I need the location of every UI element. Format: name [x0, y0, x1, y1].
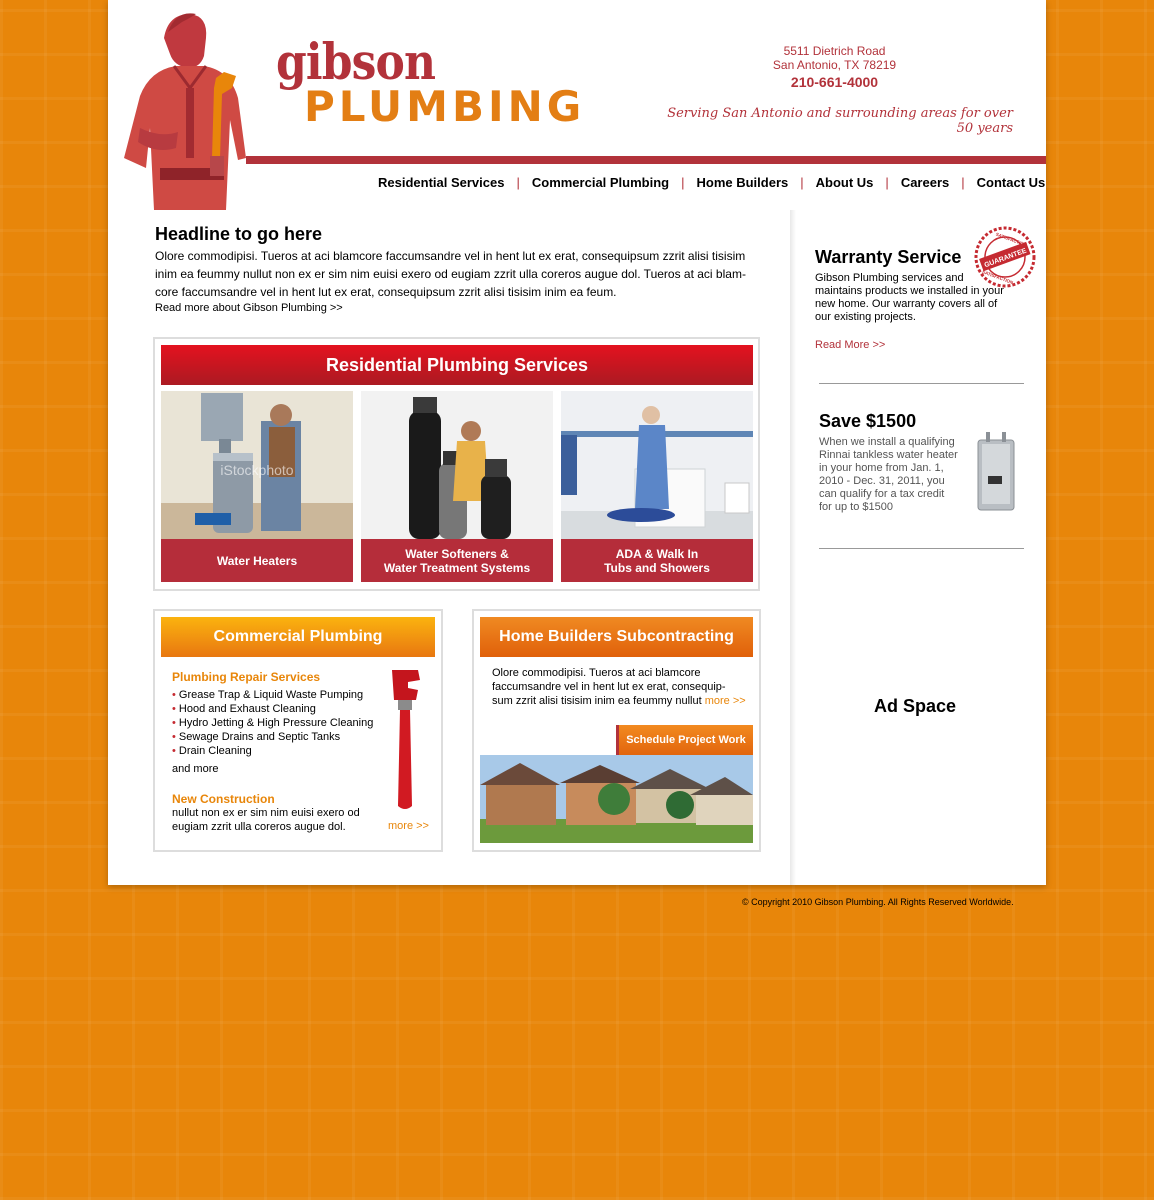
tile-caption: Water Softeners & Water Treatment System…: [361, 539, 553, 582]
nav-about-us[interactable]: About Us: [816, 175, 874, 190]
main-nav: Residential Services | Commercial Plumbing…: [378, 175, 1045, 190]
bullet-mark: •: [172, 689, 176, 701]
page-container: gibson PLUMBING 5511 Dietrich Road San A…: [108, 0, 1046, 885]
nav-separator: |: [961, 175, 965, 190]
repair-services-list: • Grease Trap & Liquid Waste Pumping • H…: [172, 688, 382, 758]
schedule-project-work-button[interactable]: Schedule Project Work: [616, 725, 753, 755]
bullet-mark: •: [172, 703, 176, 715]
istockphoto-watermark: iStockphoto: [220, 462, 293, 478]
read-more-about-link[interactable]: Read more about Gibson Plumbing >>: [155, 302, 343, 314]
tankless-heater-icon: [977, 432, 1015, 511]
pipe-wrench-icon: [392, 670, 420, 809]
tagline: Serving San Antonio and surrounding area…: [667, 106, 1013, 136]
home-builders-text: Olore commodipisi. Tueros at aci blamcor…: [492, 667, 746, 707]
save-1500-title: Save $1500: [819, 411, 917, 431]
header-divider-bar: [246, 156, 1046, 164]
residential-services-title[interactable]: Residential Plumbing Services: [161, 345, 753, 385]
new-construction-heading: New Construction: [172, 792, 275, 806]
new-construction-text: nullut non ex er sim nim euisi exero od …: [172, 807, 360, 833]
save-1500-text: When we install a qualifying Rinnai tank…: [819, 436, 958, 513]
intro-text: Olore commodipisi. Tueros at aci blamcor…: [155, 249, 746, 299]
water-heater-photo: iStockphoto: [161, 391, 353, 539]
caption-line1: Water Softeners &: [405, 546, 509, 561]
page-headline: Headline to go here: [155, 224, 323, 244]
nav-separator: |: [885, 175, 889, 190]
guarantee-seal-icon: GUARANTEE SATISFACTION SATISFACTION: [974, 226, 1036, 288]
address: 5511 Dietrich Road San Antonio, TX 78219: [748, 44, 921, 72]
nav-separator: |: [800, 175, 804, 190]
nav-careers[interactable]: Careers: [901, 175, 949, 190]
tile-caption: Water Heaters: [161, 539, 353, 582]
sidebar-divider-line: [819, 548, 1024, 549]
nav-residential-services[interactable]: Residential Services: [378, 175, 504, 190]
warranty-read-more-link[interactable]: Read More >>: [815, 339, 885, 351]
phone-number: 210-661-4000: [790, 74, 879, 90]
caption-line2: Tubs and Showers: [604, 560, 710, 575]
address-line2: San Antonio, TX 78219: [772, 58, 897, 72]
home-builders-title[interactable]: Home Builders Subcontracting: [480, 617, 753, 657]
walk-in-tub-photo: [561, 391, 753, 539]
address-line1: 5511 Dietrich Road: [783, 44, 886, 58]
bullet-mark: •: [172, 717, 176, 729]
bullet-mark: •: [172, 745, 176, 757]
home-builders-more-link[interactable]: more >>: [705, 695, 746, 707]
and-more-text: and more: [172, 763, 219, 775]
list-item: • Hood and Exhaust Cleaning: [172, 703, 316, 715]
sidebar-divider-line: [819, 383, 1024, 384]
nav-home-builders[interactable]: Home Builders: [697, 175, 789, 190]
tile-water-softeners[interactable]: Water Softeners & Water Treatment System…: [361, 391, 553, 583]
list-item: • Grease Trap & Liquid Waste Pumping: [172, 689, 364, 701]
nav-commercial-plumbing[interactable]: Commercial Plumbing: [532, 175, 669, 190]
caption-line1: Water Heaters: [216, 553, 298, 568]
caption-line1: ADA & Walk In: [615, 546, 699, 561]
bullet-mark: •: [172, 731, 176, 743]
commercial-more-link[interactable]: more >>: [388, 820, 429, 832]
logo-plumbing[interactable]: PLUMBING: [304, 82, 585, 132]
caption-line2: Water Treatment Systems: [383, 560, 531, 575]
nav-separator: |: [516, 175, 520, 190]
warranty-service-title: Warranty Service: [815, 247, 962, 267]
tile-caption: ADA & Walk In Tubs and Showers: [561, 539, 753, 582]
nav-separator: |: [681, 175, 685, 190]
plumber-mascot-icon: [124, 13, 246, 210]
houses-photo: [480, 755, 753, 843]
list-item: • Drain Cleaning: [172, 745, 252, 757]
list-item: • Sewage Drains and Septic Tanks: [172, 731, 341, 743]
sidebar-divider: [790, 210, 796, 885]
tile-ada-tubs[interactable]: ADA & Walk In Tubs and Showers: [561, 391, 753, 583]
tile-water-heaters[interactable]: iStockphoto Water Heaters: [161, 391, 353, 583]
commercial-plumbing-title[interactable]: Commercial Plumbing: [161, 617, 435, 657]
nav-contact-us[interactable]: Contact Us: [977, 175, 1046, 190]
copyright-text: © Copyright 2010 Gibson Plumbing. All Ri…: [742, 897, 1014, 907]
plumbing-repair-heading: Plumbing Repair Services: [172, 670, 321, 684]
water-softener-photo: [361, 391, 553, 539]
list-item: • Hydro Jetting & High Pressure Cleaning: [172, 717, 374, 729]
ad-space[interactable]: Ad Space: [815, 696, 1015, 717]
